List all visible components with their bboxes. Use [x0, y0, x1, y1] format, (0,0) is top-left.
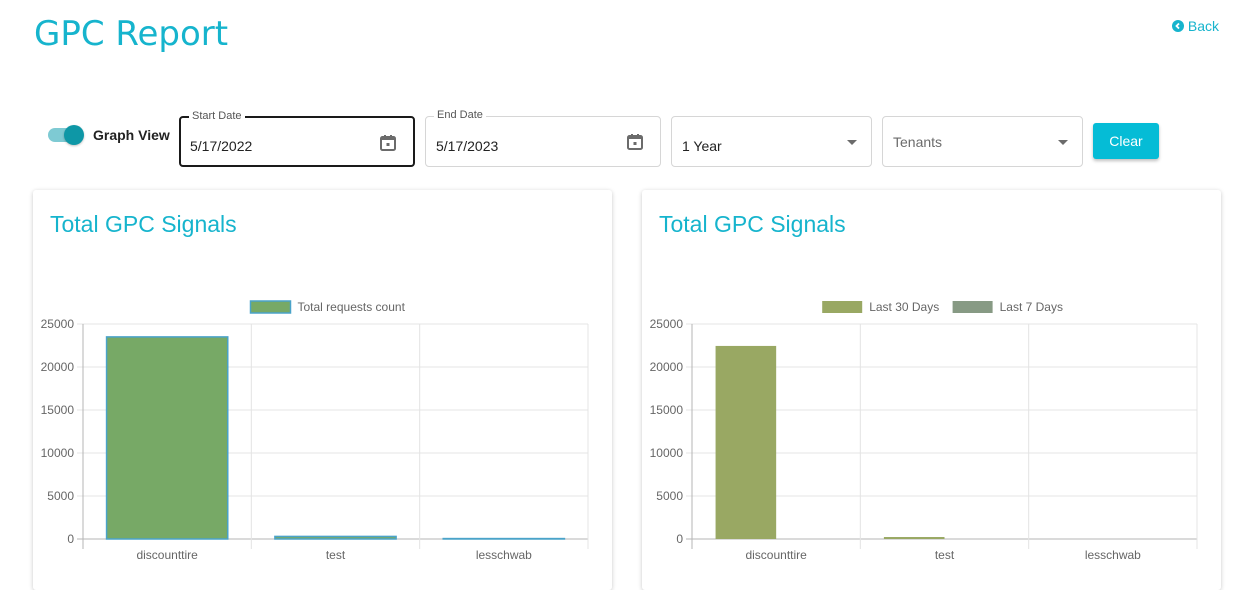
chart-card-total: Total GPC Signals 0500010000150002000025…	[33, 190, 612, 590]
x-tick-label: test	[935, 548, 955, 562]
date-range-value: 1 Year	[682, 138, 722, 154]
start-date-label: Start Date	[189, 110, 245, 122]
calendar-icon[interactable]	[379, 134, 397, 152]
y-tick-label: 15000	[41, 403, 75, 417]
bar-last-30-days	[884, 537, 945, 539]
bar-chart-total: 0 5000 10000 15000 20000 25000 discounttire tes…	[33, 190, 612, 590]
x-tick-label: lesschwab	[1085, 548, 1141, 562]
bar-chart-period: 0 5000 10000 15000 20000 25000 discounttire tes…	[642, 190, 1221, 590]
start-date-field[interactable]: Start Date 5/17/2022	[179, 116, 415, 167]
date-range-select[interactable]: 1 Year	[671, 116, 872, 167]
legend-label: Last 7 Days	[1000, 300, 1063, 314]
y-tick-label: 25000	[41, 317, 75, 331]
tenants-select[interactable]: Tenants	[882, 116, 1083, 167]
bar-total-requests-count	[107, 337, 228, 539]
calendar-icon[interactable]	[626, 133, 644, 151]
x-tick-label: test	[326, 548, 346, 562]
chart-card-period: Total GPC Signals 0500010000150002000025…	[642, 190, 1221, 590]
y-tick-label: 10000	[41, 446, 75, 460]
dropdown-arrow-icon	[1058, 140, 1068, 145]
x-tick-label: discounttire	[745, 548, 807, 562]
tenants-placeholder: Tenants	[893, 134, 942, 150]
y-tick-label: 20000	[650, 360, 684, 374]
y-tick-label: 15000	[650, 403, 684, 417]
y-tick-label: 0	[67, 532, 74, 546]
y-tick-label: 20000	[41, 360, 75, 374]
x-tick-label: lesschwab	[476, 548, 532, 562]
y-tick-label: 10000	[650, 446, 684, 460]
end-date-field[interactable]: End Date 5/17/2023	[425, 116, 661, 167]
filter-toolbar: Graph View Start Date 5/17/2022 End Date…	[0, 0, 1239, 180]
end-date-value: 5/17/2023	[436, 138, 498, 154]
graph-view-toggle[interactable]	[48, 124, 84, 146]
toggle-thumb	[64, 125, 84, 145]
y-tick-label: 5000	[656, 489, 683, 503]
bar-total-requests-count	[275, 536, 396, 539]
bar-last-30-days	[716, 346, 777, 539]
y-tick-label: 0	[676, 532, 683, 546]
graph-view-label: Graph View	[93, 127, 170, 143]
legend-swatch	[953, 301, 993, 313]
y-tick-label: 5000	[47, 489, 74, 503]
y-tick-label: 25000	[650, 317, 684, 331]
end-date-label: End Date	[434, 109, 486, 121]
legend-label: Last 30 Days	[869, 300, 939, 314]
legend-swatch	[822, 301, 862, 313]
legend-swatch	[251, 301, 291, 313]
dropdown-arrow-icon	[847, 140, 857, 145]
legend-label: Total requests count	[298, 300, 406, 314]
clear-button[interactable]: Clear	[1093, 123, 1159, 159]
x-tick-label: discounttire	[136, 548, 198, 562]
start-date-value: 5/17/2022	[190, 138, 252, 154]
